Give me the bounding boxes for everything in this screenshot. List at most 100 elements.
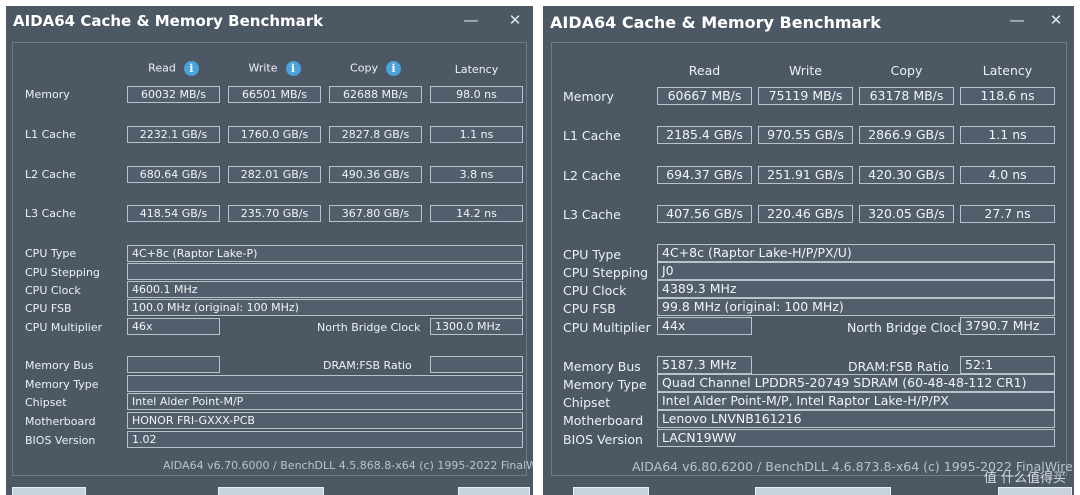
cpu-type-value: 4C+8c (Raptor Lake-P) [127, 245, 523, 262]
cpu-fsb-label: CPU FSB [25, 302, 72, 315]
memory-type-value [127, 375, 523, 392]
l3-latency-value: 27.7 ns [960, 205, 1055, 223]
title-bar: AIDA64 Cache & Memory Benchmark — ✕ [543, 6, 1074, 36]
row-label-l3: L3 Cache [563, 207, 621, 222]
minimize-button[interactable]: — [461, 10, 481, 30]
row-label-l1: L1 Cache [25, 128, 76, 141]
row-label-memory: Memory [563, 89, 614, 104]
close-button[interactable]: ✕ [505, 10, 525, 30]
row-label-l2: L2 Cache [25, 168, 76, 181]
cpu-multiplier-label: CPU Multiplier [563, 320, 651, 335]
benchmark-window-right: AIDA64 Cache & Memory Benchmark — ✕ Read… [543, 6, 1074, 495]
info-icon[interactable]: i [385, 61, 401, 76]
l3-read-value: 418.54 GB/s [127, 205, 220, 222]
l1-read-value: 2232.1 GB/s [127, 126, 220, 143]
row-label-l3: L3 Cache [25, 207, 76, 220]
cpu-type-label: CPU Type [25, 247, 77, 260]
cpu-multiplier-value: 44x [657, 317, 752, 335]
cpu-clock-value: 4600.1 MHz [127, 281, 523, 298]
col-header-copy: Copy [890, 63, 923, 78]
l2-latency-value: 3.8 ns [430, 166, 523, 183]
cpu-stepping-value: J0 [657, 262, 1055, 280]
motherboard-label: Motherboard [563, 413, 644, 428]
dram-ratio-label: DRAM:FSB Ratio [848, 359, 949, 374]
version-footer: AIDA64 v6.70.6000 / BenchDLL 4.5.868.8-x… [163, 459, 533, 472]
results-panel: Read i Write i Copy i Latency Memory 60032 … [12, 42, 533, 476]
l2-copy-value: 420.30 GB/s [859, 166, 954, 184]
cpu-clock-value: 4389.3 MHz [657, 280, 1055, 298]
chipset-label: Chipset [25, 396, 67, 409]
memory-bus-label: Memory Bus [25, 359, 94, 372]
l1-latency-value: 1.1 ns [430, 126, 523, 143]
memory-read-value: 60667 MB/s [657, 87, 752, 105]
memory-copy-value: 62688 MB/s [329, 86, 422, 103]
north-bridge-label: North Bridge Clock [317, 321, 421, 334]
memory-bus-value: 5187.3 MHz [657, 356, 752, 374]
memory-type-label: Memory Type [25, 378, 99, 391]
close-dialog-button[interactable] [458, 487, 530, 495]
north-bridge-label: North Bridge Clock [847, 320, 965, 335]
close-button[interactable]: ✕ [1046, 10, 1066, 30]
l3-copy-value: 320.05 GB/s [859, 205, 954, 223]
memory-latency-value: 118.6 ns [960, 87, 1055, 105]
cpu-multiplier-label: CPU Multiplier [25, 321, 103, 334]
cpu-fsb-value: 100.0 MHz (original: 100 MHz) [127, 299, 523, 316]
cpu-type-label: CPU Type [563, 247, 622, 262]
cpu-clock-label: CPU Clock [563, 283, 627, 298]
bios-version-value: LACN19WW [657, 429, 1055, 447]
save-button[interactable] [12, 487, 86, 495]
memory-copy-value: 63178 MB/s [859, 87, 954, 105]
start-benchmark-button[interactable] [218, 487, 324, 495]
cpu-clock-label: CPU Clock [25, 284, 81, 297]
col-header-copy: Copy i [329, 61, 422, 76]
cpu-type-value: 4C+8c (Raptor Lake-H/P/PX/U) [657, 244, 1055, 262]
cpu-fsb-value: 99.8 MHz (original: 100 MHz) [657, 298, 1055, 316]
row-label-l1: L1 Cache [563, 128, 621, 143]
window-title: AIDA64 Cache & Memory Benchmark [550, 13, 881, 32]
l1-copy-value: 2827.8 GB/s [329, 126, 422, 143]
motherboard-value: HONOR FRI-GXXX-PCB [127, 412, 523, 429]
dram-ratio-label: DRAM:FSB Ratio [323, 359, 412, 372]
cpu-multiplier-value: 46x [127, 318, 220, 335]
save-button[interactable] [573, 487, 649, 495]
l3-write-value: 235.70 GB/s [228, 205, 321, 222]
benchmark-window-left: AIDA64 Cache & Memory Benchmark — ✕ Read… [6, 6, 533, 495]
motherboard-value: Lenovo LNVNB161216 [657, 410, 1055, 428]
l2-copy-value: 490.36 GB/s [329, 166, 422, 183]
motherboard-label: Motherboard [25, 415, 96, 428]
start-benchmark-button[interactable] [755, 487, 891, 495]
row-label-l2: L2 Cache [563, 168, 621, 183]
col-header-latency: Latency [982, 63, 1033, 78]
info-icon[interactable]: i [285, 61, 301, 76]
chipset-value: Intel Alder Point-M/P [127, 393, 523, 410]
memory-read-value: 60032 MB/s [127, 86, 220, 103]
l3-copy-value: 367.80 GB/s [329, 205, 422, 222]
l1-read-value: 2185.4 GB/s [657, 126, 752, 144]
info-icon[interactable]: i [183, 61, 199, 76]
north-bridge-value: 1300.0 MHz [430, 318, 523, 335]
bios-version-label: BIOS Version [563, 432, 643, 447]
l3-write-value: 220.46 GB/s [758, 205, 853, 223]
chipset-label: Chipset [563, 395, 611, 410]
col-header-write: Write [788, 63, 822, 78]
cpu-stepping-label: CPU Stepping [563, 265, 649, 280]
l3-latency-value: 14.2 ns [430, 205, 523, 222]
cpu-fsb-label: CPU FSB [563, 301, 616, 316]
l2-latency-value: 4.0 ns [960, 166, 1055, 184]
chipset-value: Intel Alder Point-M/P, Intel Raptor Lake… [657, 392, 1055, 410]
north-bridge-value: 3790.7 MHz [960, 317, 1055, 335]
l2-read-value: 680.64 GB/s [127, 166, 220, 183]
results-panel: Read Write Copy Latency Memory 60667 MB/… [551, 42, 1074, 476]
l2-write-value: 282.01 GB/s [228, 166, 321, 183]
l1-copy-value: 2866.9 GB/s [859, 126, 954, 144]
memory-type-label: Memory Type [563, 377, 647, 392]
col-header-write: Write i [228, 61, 321, 76]
memory-bus-value [127, 356, 220, 373]
minimize-button[interactable]: — [1007, 10, 1027, 30]
dram-ratio-value [430, 356, 523, 373]
memory-write-value: 75119 MB/s [758, 87, 853, 105]
close-dialog-button[interactable] [998, 487, 1072, 495]
l2-write-value: 251.91 GB/s [758, 166, 853, 184]
watermark: 值 什么值得买 [983, 471, 1066, 486]
memory-write-value: 66501 MB/s [228, 86, 321, 103]
